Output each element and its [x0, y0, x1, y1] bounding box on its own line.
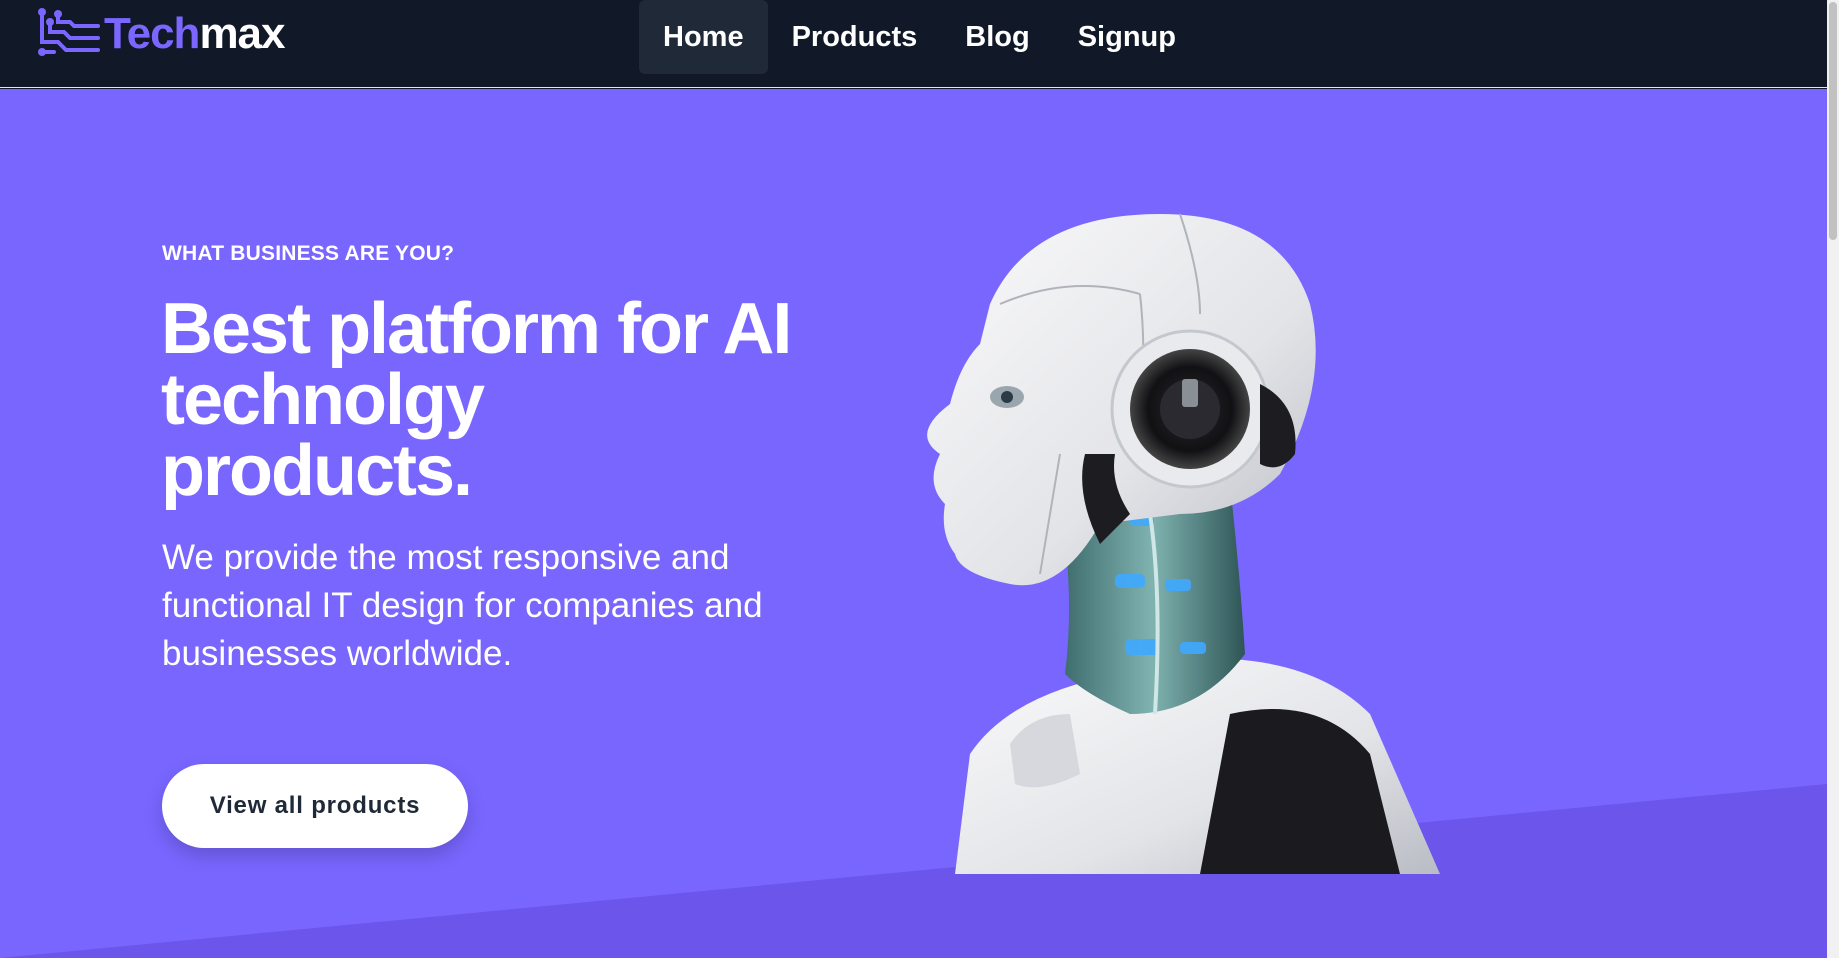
- robot-head-illustration: [927, 213, 1440, 874]
- circuit-icon: [38, 8, 100, 56]
- top-navbar: Techmax Home Products Blog Signup: [0, 0, 1827, 88]
- view-all-products-button[interactable]: View all products: [162, 764, 468, 848]
- nav-products[interactable]: Products: [768, 0, 942, 74]
- main-nav: Home Products Blog Signup: [639, 0, 1200, 74]
- hero-description: We provide the most responsive and funct…: [162, 538, 763, 673]
- hero-headline: Best platform for AI technolgy products.: [161, 289, 792, 511]
- nav-blog[interactable]: Blog: [941, 0, 1053, 74]
- brand-name-part1: Tech: [104, 9, 200, 58]
- hero-section: WHAT BUSINESS ARE YOU? Best platform for…: [0, 89, 1827, 958]
- brand-name-part2: max: [199, 9, 285, 58]
- scrollbar-thumb[interactable]: [1829, 2, 1837, 240]
- nav-home[interactable]: Home: [639, 0, 768, 74]
- brand-logo[interactable]: Techmax: [36, 6, 286, 62]
- brand-name: Techmax: [104, 6, 286, 62]
- hero-eyebrow: WHAT BUSINESS ARE YOU?: [162, 242, 455, 265]
- nav-signup[interactable]: Signup: [1054, 0, 1200, 74]
- page-scrollbar[interactable]: [1827, 0, 1839, 958]
